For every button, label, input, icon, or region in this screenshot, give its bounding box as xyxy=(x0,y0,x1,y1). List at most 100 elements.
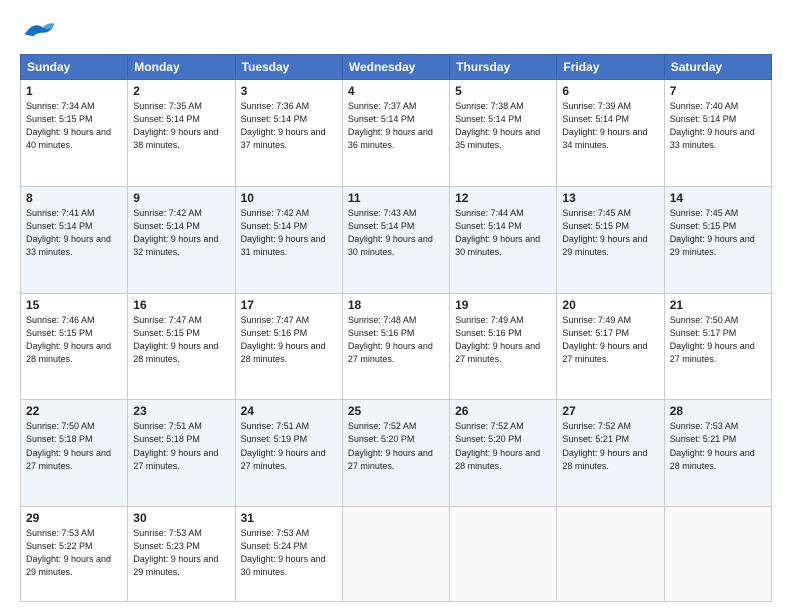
calendar-cell: 16 Sunrise: 7:47 AM Sunset: 5:15 PM Dayl… xyxy=(128,293,235,400)
calendar-cell: 19 Sunrise: 7:49 AM Sunset: 5:16 PM Dayl… xyxy=(450,293,557,400)
day-number: 29 xyxy=(26,511,122,525)
calendar-cell: 17 Sunrise: 7:47 AM Sunset: 5:16 PM Dayl… xyxy=(235,293,342,400)
day-info: Sunrise: 7:45 AM Sunset: 5:15 PM Dayligh… xyxy=(562,207,658,259)
day-number: 27 xyxy=(562,404,658,418)
page: SundayMondayTuesdayWednesdayThursdayFrid… xyxy=(0,0,792,612)
day-number: 24 xyxy=(241,404,337,418)
calendar-cell: 30 Sunrise: 7:53 AM Sunset: 5:23 PM Dayl… xyxy=(128,507,235,602)
calendar-cell: 3 Sunrise: 7:36 AM Sunset: 5:14 PM Dayli… xyxy=(235,80,342,187)
calendar-cell: 23 Sunrise: 7:51 AM Sunset: 5:18 PM Dayl… xyxy=(128,400,235,507)
calendar-cell: 12 Sunrise: 7:44 AM Sunset: 5:14 PM Dayl… xyxy=(450,186,557,293)
calendar-cell: 29 Sunrise: 7:53 AM Sunset: 5:22 PM Dayl… xyxy=(21,507,128,602)
calendar-cell: 31 Sunrise: 7:53 AM Sunset: 5:24 PM Dayl… xyxy=(235,507,342,602)
day-number: 26 xyxy=(455,404,551,418)
calendar-cell xyxy=(557,507,664,602)
calendar-cell: 20 Sunrise: 7:49 AM Sunset: 5:17 PM Dayl… xyxy=(557,293,664,400)
calendar-cell: 4 Sunrise: 7:37 AM Sunset: 5:14 PM Dayli… xyxy=(342,80,449,187)
calendar-cell: 5 Sunrise: 7:38 AM Sunset: 5:14 PM Dayli… xyxy=(450,80,557,187)
calendar-cell: 2 Sunrise: 7:35 AM Sunset: 5:14 PM Dayli… xyxy=(128,80,235,187)
day-header-friday: Friday xyxy=(557,55,664,80)
day-number: 4 xyxy=(348,84,444,98)
day-info: Sunrise: 7:47 AM Sunset: 5:16 PM Dayligh… xyxy=(241,314,337,366)
day-number: 30 xyxy=(133,511,229,525)
day-number: 14 xyxy=(670,191,766,205)
day-number: 22 xyxy=(26,404,122,418)
calendar-cell: 27 Sunrise: 7:52 AM Sunset: 5:21 PM Dayl… xyxy=(557,400,664,507)
day-info: Sunrise: 7:39 AM Sunset: 5:14 PM Dayligh… xyxy=(562,100,658,152)
day-info: Sunrise: 7:41 AM Sunset: 5:14 PM Dayligh… xyxy=(26,207,122,259)
day-info: Sunrise: 7:42 AM Sunset: 5:14 PM Dayligh… xyxy=(133,207,229,259)
day-number: 19 xyxy=(455,298,551,312)
day-number: 21 xyxy=(670,298,766,312)
day-number: 25 xyxy=(348,404,444,418)
calendar-cell: 10 Sunrise: 7:42 AM Sunset: 5:14 PM Dayl… xyxy=(235,186,342,293)
logo xyxy=(20,16,60,44)
calendar-header-row: SundayMondayTuesdayWednesdayThursdayFrid… xyxy=(21,55,772,80)
day-number: 1 xyxy=(26,84,122,98)
day-info: Sunrise: 7:53 AM Sunset: 5:22 PM Dayligh… xyxy=(26,527,122,579)
calendar-table: SundayMondayTuesdayWednesdayThursdayFrid… xyxy=(20,54,772,602)
logo-bird-icon xyxy=(20,16,56,44)
day-number: 6 xyxy=(562,84,658,98)
day-info: Sunrise: 7:37 AM Sunset: 5:14 PM Dayligh… xyxy=(348,100,444,152)
day-info: Sunrise: 7:42 AM Sunset: 5:14 PM Dayligh… xyxy=(241,207,337,259)
day-info: Sunrise: 7:47 AM Sunset: 5:15 PM Dayligh… xyxy=(133,314,229,366)
day-number: 5 xyxy=(455,84,551,98)
day-number: 2 xyxy=(133,84,229,98)
day-header-thursday: Thursday xyxy=(450,55,557,80)
header xyxy=(20,16,772,44)
calendar-cell: 21 Sunrise: 7:50 AM Sunset: 5:17 PM Dayl… xyxy=(664,293,771,400)
calendar-cell: 13 Sunrise: 7:45 AM Sunset: 5:15 PM Dayl… xyxy=(557,186,664,293)
day-number: 23 xyxy=(133,404,229,418)
day-header-saturday: Saturday xyxy=(664,55,771,80)
day-header-sunday: Sunday xyxy=(21,55,128,80)
day-info: Sunrise: 7:52 AM Sunset: 5:20 PM Dayligh… xyxy=(455,420,551,472)
day-number: 3 xyxy=(241,84,337,98)
day-info: Sunrise: 7:53 AM Sunset: 5:24 PM Dayligh… xyxy=(241,527,337,579)
calendar-cell: 26 Sunrise: 7:52 AM Sunset: 5:20 PM Dayl… xyxy=(450,400,557,507)
day-info: Sunrise: 7:52 AM Sunset: 5:21 PM Dayligh… xyxy=(562,420,658,472)
day-info: Sunrise: 7:38 AM Sunset: 5:14 PM Dayligh… xyxy=(455,100,551,152)
calendar-cell: 28 Sunrise: 7:53 AM Sunset: 5:21 PM Dayl… xyxy=(664,400,771,507)
calendar-cell: 18 Sunrise: 7:48 AM Sunset: 5:16 PM Dayl… xyxy=(342,293,449,400)
day-number: 28 xyxy=(670,404,766,418)
day-info: Sunrise: 7:46 AM Sunset: 5:15 PM Dayligh… xyxy=(26,314,122,366)
day-number: 17 xyxy=(241,298,337,312)
day-info: Sunrise: 7:53 AM Sunset: 5:21 PM Dayligh… xyxy=(670,420,766,472)
day-info: Sunrise: 7:36 AM Sunset: 5:14 PM Dayligh… xyxy=(241,100,337,152)
calendar-cell: 8 Sunrise: 7:41 AM Sunset: 5:14 PM Dayli… xyxy=(21,186,128,293)
day-info: Sunrise: 7:49 AM Sunset: 5:17 PM Dayligh… xyxy=(562,314,658,366)
day-header-tuesday: Tuesday xyxy=(235,55,342,80)
day-info: Sunrise: 7:48 AM Sunset: 5:16 PM Dayligh… xyxy=(348,314,444,366)
day-info: Sunrise: 7:49 AM Sunset: 5:16 PM Dayligh… xyxy=(455,314,551,366)
day-header-wednesday: Wednesday xyxy=(342,55,449,80)
calendar-cell: 24 Sunrise: 7:51 AM Sunset: 5:19 PM Dayl… xyxy=(235,400,342,507)
day-info: Sunrise: 7:52 AM Sunset: 5:20 PM Dayligh… xyxy=(348,420,444,472)
calendar-cell: 14 Sunrise: 7:45 AM Sunset: 5:15 PM Dayl… xyxy=(664,186,771,293)
day-info: Sunrise: 7:43 AM Sunset: 5:14 PM Dayligh… xyxy=(348,207,444,259)
day-info: Sunrise: 7:44 AM Sunset: 5:14 PM Dayligh… xyxy=(455,207,551,259)
day-info: Sunrise: 7:51 AM Sunset: 5:19 PM Dayligh… xyxy=(241,420,337,472)
calendar-cell: 15 Sunrise: 7:46 AM Sunset: 5:15 PM Dayl… xyxy=(21,293,128,400)
calendar-cell: 25 Sunrise: 7:52 AM Sunset: 5:20 PM Dayl… xyxy=(342,400,449,507)
calendar-cell xyxy=(664,507,771,602)
calendar-cell xyxy=(342,507,449,602)
day-number: 20 xyxy=(562,298,658,312)
day-number: 9 xyxy=(133,191,229,205)
day-info: Sunrise: 7:40 AM Sunset: 5:14 PM Dayligh… xyxy=(670,100,766,152)
day-number: 11 xyxy=(348,191,444,205)
calendar-cell xyxy=(450,507,557,602)
calendar-cell: 6 Sunrise: 7:39 AM Sunset: 5:14 PM Dayli… xyxy=(557,80,664,187)
day-number: 10 xyxy=(241,191,337,205)
day-info: Sunrise: 7:50 AM Sunset: 5:17 PM Dayligh… xyxy=(670,314,766,366)
calendar-cell: 1 Sunrise: 7:34 AM Sunset: 5:15 PM Dayli… xyxy=(21,80,128,187)
day-number: 13 xyxy=(562,191,658,205)
calendar-cell: 7 Sunrise: 7:40 AM Sunset: 5:14 PM Dayli… xyxy=(664,80,771,187)
day-info: Sunrise: 7:34 AM Sunset: 5:15 PM Dayligh… xyxy=(26,100,122,152)
day-info: Sunrise: 7:35 AM Sunset: 5:14 PM Dayligh… xyxy=(133,100,229,152)
calendar-cell: 22 Sunrise: 7:50 AM Sunset: 5:18 PM Dayl… xyxy=(21,400,128,507)
day-number: 15 xyxy=(26,298,122,312)
day-number: 16 xyxy=(133,298,229,312)
calendar-cell: 9 Sunrise: 7:42 AM Sunset: 5:14 PM Dayli… xyxy=(128,186,235,293)
day-number: 12 xyxy=(455,191,551,205)
